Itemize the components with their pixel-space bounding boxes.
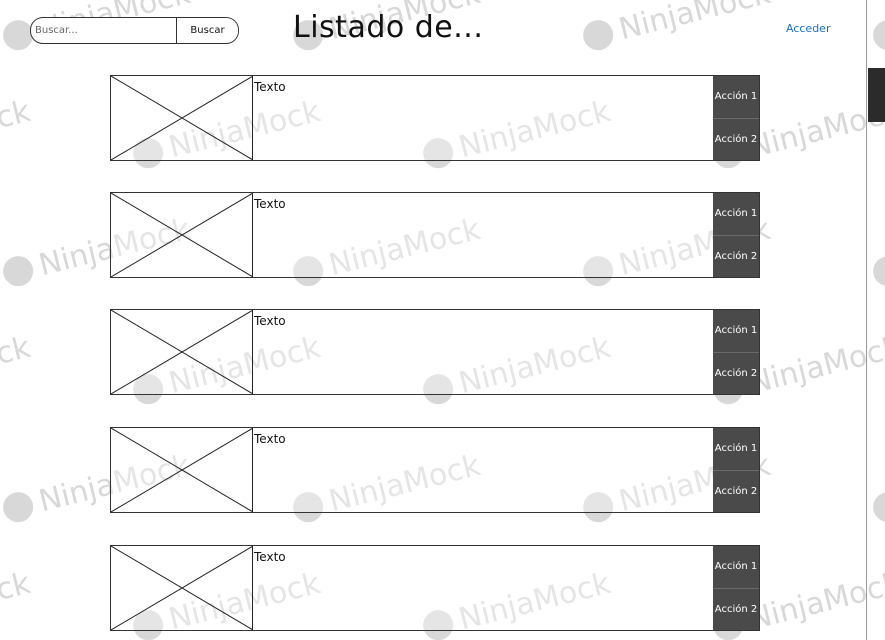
ninja-logo-icon (873, 256, 885, 287)
action-2-button[interactable]: Acción 2 (713, 234, 759, 278)
scrollbar-thumb[interactable] (868, 68, 885, 122)
list-item: Texto Acción 1 Acción 2 (110, 75, 760, 161)
ninja-logo-icon (3, 492, 34, 523)
page-title: Listado de... (293, 10, 484, 45)
login-link[interactable]: Acceder (786, 22, 830, 35)
action-panel: Acción 1 Acción 2 (713, 428, 759, 512)
list-item: Texto Acción 1 Acción 2 (110, 309, 760, 395)
watermark-text: NinjaMock (0, 566, 35, 638)
action-panel: Acción 1 Acción 2 (713, 193, 759, 277)
watermark-mark: NinjaMock (583, 0, 775, 51)
search-box: Buscar (30, 17, 239, 44)
watermark-text: NinjaMock (745, 566, 885, 638)
action-1-button[interactable]: Acción 1 (713, 546, 759, 588)
action-2-button[interactable]: Acción 2 (713, 587, 759, 631)
watermark-mark: NinjaMock (0, 94, 35, 166)
search-button[interactable]: Buscar (176, 18, 238, 43)
action-1-button[interactable]: Acción 1 (713, 76, 759, 118)
action-1-button[interactable]: Acción 1 (713, 310, 759, 352)
ninja-logo-icon (3, 256, 34, 287)
item-text: Texto (254, 314, 286, 328)
item-text: Texto (254, 80, 286, 94)
ninja-logo-icon (873, 492, 885, 523)
action-1-button[interactable]: Acción 1 (713, 193, 759, 235)
watermark-mark: NinjaMock (873, 20, 885, 51)
window-right-border (866, 0, 867, 640)
action-2-button[interactable]: Acción 2 (713, 469, 759, 513)
list-item: Texto Acción 1 Acción 2 (110, 427, 760, 513)
ninja-logo-icon (873, 20, 885, 51)
watermark-text: NinjaMock (615, 0, 774, 47)
action-panel: Acción 1 Acción 2 (713, 76, 759, 160)
watermark-text: NinjaMock (0, 94, 35, 166)
image-placeholder (111, 76, 253, 160)
image-placeholder (111, 546, 253, 630)
watermark-text: NinjaMock (745, 330, 885, 402)
watermark-mark: NinjaMock (873, 256, 885, 287)
action-2-button[interactable]: Acción 2 (713, 117, 759, 161)
image-placeholder (111, 428, 253, 512)
action-panel: Acción 1 Acción 2 (713, 546, 759, 630)
watermark-text: NinjaMock (745, 94, 885, 166)
image-placeholder (111, 193, 253, 277)
action-2-button[interactable]: Acción 2 (713, 351, 759, 395)
image-placeholder (111, 310, 253, 394)
watermark-mark: NinjaMock (873, 492, 885, 523)
ninja-logo-icon (583, 20, 614, 51)
item-text: Texto (254, 197, 286, 211)
action-panel: Acción 1 Acción 2 (713, 310, 759, 394)
watermark-mark: NinjaMock (0, 330, 35, 402)
action-1-button[interactable]: Acción 1 (713, 428, 759, 470)
item-text: Texto (254, 432, 286, 446)
watermark-mark: NinjaMock (0, 566, 35, 638)
search-input[interactable] (31, 18, 176, 43)
watermark-text: NinjaMock (0, 330, 35, 402)
list-item: Texto Acción 1 Acción 2 (110, 545, 760, 631)
item-text: Texto (254, 550, 286, 564)
list-item: Texto Acción 1 Acción 2 (110, 192, 760, 278)
